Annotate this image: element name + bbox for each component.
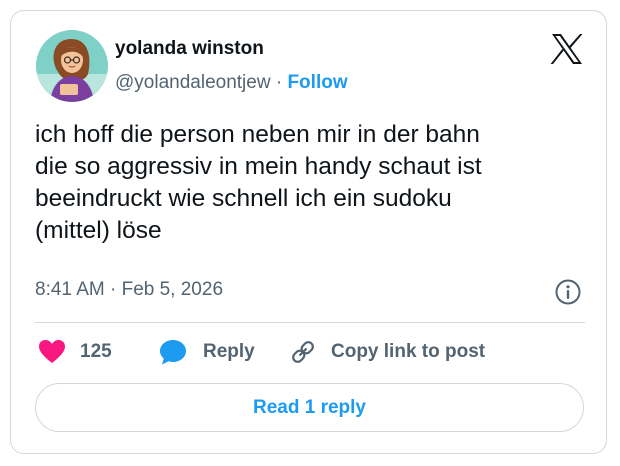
divider bbox=[35, 322, 585, 323]
separator-dot: · bbox=[275, 72, 283, 93]
like-count: 125 bbox=[80, 341, 112, 362]
reply-label: Reply bbox=[203, 341, 255, 362]
heart-icon bbox=[39, 340, 65, 363]
avatar-photo-icon bbox=[36, 30, 108, 102]
x-logo-icon[interactable] bbox=[550, 33, 584, 65]
info-icon[interactable] bbox=[554, 278, 582, 306]
tweet-line: (mittel) löse bbox=[35, 217, 162, 244]
follow-button[interactable]: Follow bbox=[287, 72, 347, 93]
link-icon bbox=[292, 341, 314, 363]
author-handle[interactable]: @yolandaleontjew bbox=[115, 72, 271, 93]
read-reply-button[interactable]: Read 1 reply bbox=[35, 383, 584, 432]
copy-link-label: Copy link to post bbox=[331, 341, 486, 362]
tweet-line: die so aggressiv in mein handy schaut is… bbox=[35, 153, 482, 180]
author-name[interactable]: yolanda winston bbox=[115, 37, 264, 61]
avatar[interactable] bbox=[36, 30, 108, 102]
reply-button[interactable]: Reply bbox=[159, 336, 255, 368]
tweet-line: beeindruckt wie schnell ich ein sudoku bbox=[35, 185, 452, 212]
author-handle-row: @yolandaleontjew · Follow bbox=[115, 71, 348, 95]
speech-bubble-icon bbox=[160, 340, 186, 365]
tweet-line: ich hoff die person neben mir in der bah… bbox=[35, 121, 480, 148]
copy-link-button[interactable]: Copy link to post bbox=[289, 336, 485, 368]
tweet-text: ich hoff die person neben mir in der bah… bbox=[35, 119, 595, 247]
tweet-timestamp[interactable]: 8:41 AM · Feb 5, 2026 bbox=[35, 278, 223, 302]
tweet-card: yolanda winston @yolandaleontjew · Follo… bbox=[10, 10, 607, 454]
like-button[interactable]: 125 bbox=[38, 336, 112, 368]
